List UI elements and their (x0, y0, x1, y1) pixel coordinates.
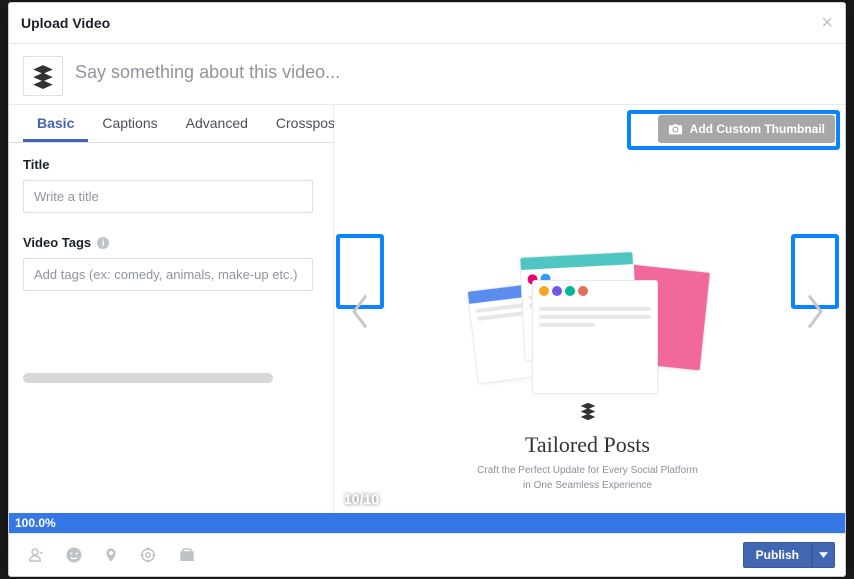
progress-percent: 100.0% (15, 516, 56, 530)
publish-dropdown-button[interactable] (812, 542, 835, 568)
horizontal-scrollbar[interactable] (23, 373, 273, 383)
buffer-mark-icon (577, 400, 599, 422)
prev-thumbnail-button[interactable] (343, 284, 377, 339)
tabs: Basic Captions Advanced Crossposting (9, 105, 333, 143)
video-description-input[interactable] (75, 56, 831, 83)
content-row: Basic Captions Advanced Crossposting Tit… (9, 104, 845, 513)
preview-subtitle: Craft the Perfect Update for Every Socia… (477, 463, 698, 493)
composer-row (9, 44, 845, 104)
feeling-icon[interactable] (65, 546, 83, 564)
modal-title: Upload Video (21, 15, 110, 31)
tab-basic[interactable]: Basic (23, 105, 88, 142)
footer-icons (19, 545, 197, 565)
preview-inner: Tailored Posts Craft the Perfect Update … (334, 109, 841, 513)
caret-down-icon (819, 552, 828, 558)
settings-pane: Basic Captions Advanced Crossposting Tit… (9, 105, 334, 513)
preview-card: Tailored Posts Craft the Perfect Update … (334, 109, 841, 513)
branded-content-icon[interactable] (177, 546, 197, 564)
preview-title: Tailored Posts (525, 432, 650, 458)
title-label: Title (23, 157, 319, 172)
tab-captions[interactable]: Captions (88, 105, 171, 142)
chevron-right-icon (804, 291, 826, 331)
page-avatar (23, 56, 63, 96)
next-thumbnail-button[interactable] (798, 284, 832, 339)
publish-button-group: Publish (743, 542, 835, 568)
tags-input[interactable] (23, 258, 313, 291)
upload-video-modal: Upload Video × Basic Captions Advanced C… (8, 2, 846, 577)
location-icon[interactable] (103, 545, 119, 565)
buffer-logo-icon (30, 63, 56, 89)
tab-advanced[interactable]: Advanced (172, 105, 262, 142)
cards-illustration (478, 244, 698, 394)
form-area: Title Video Tags i (9, 143, 333, 513)
camera-icon (668, 123, 683, 135)
title-input[interactable] (23, 180, 313, 213)
info-icon[interactable]: i (97, 237, 109, 249)
thumbnail-counter: 10/10 (344, 491, 379, 507)
add-custom-thumbnail-button[interactable]: Add Custom Thumbnail (658, 115, 835, 143)
tags-label: Video Tags i (23, 235, 319, 250)
upload-progress-bar: 100.0% (9, 513, 845, 533)
modal-header: Upload Video × (9, 3, 845, 44)
targeting-icon[interactable] (139, 546, 157, 564)
close-icon[interactable]: × (821, 13, 833, 33)
modal-footer: Publish (9, 533, 845, 576)
tag-people-icon[interactable] (25, 546, 45, 564)
chevron-left-icon (349, 291, 371, 331)
thumbnail-preview-pane: Tailored Posts Craft the Perfect Update … (334, 109, 841, 513)
publish-button[interactable]: Publish (743, 542, 812, 568)
